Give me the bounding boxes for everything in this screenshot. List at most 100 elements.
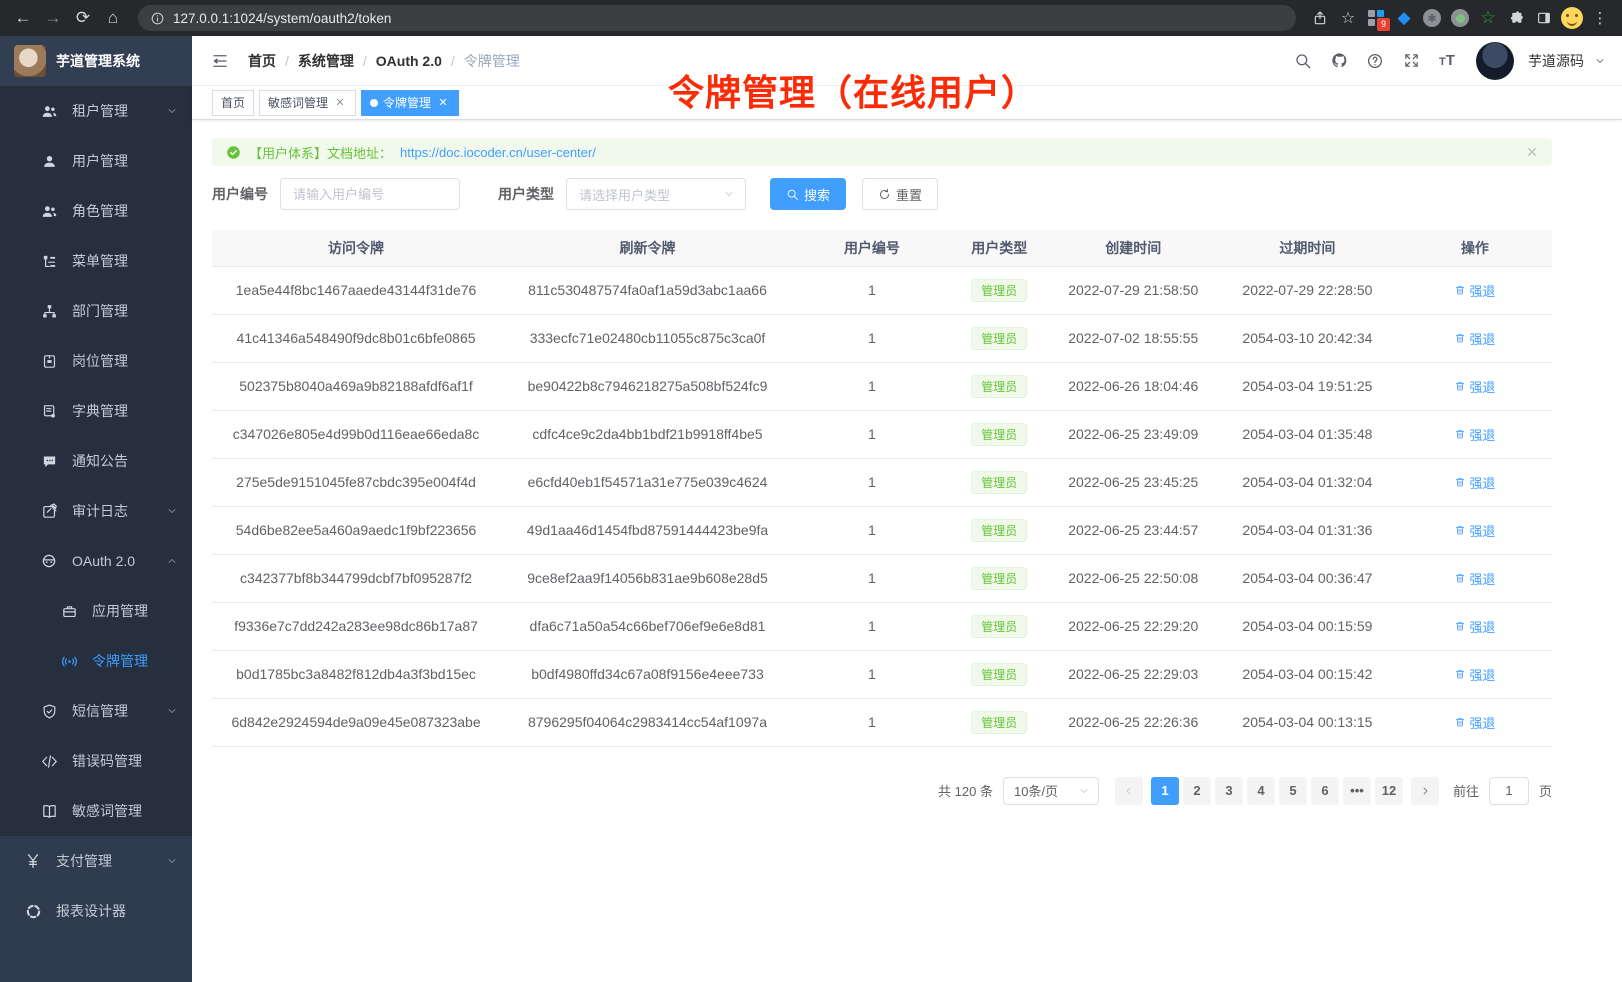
app-logo-bar[interactable]: 芋道管理系统 [0,36,192,86]
extensions-puzzle-icon[interactable] [1504,6,1528,30]
force-logout-button[interactable]: 强退 [1454,329,1495,348]
sidebar-item-dept[interactable]: 部门管理 [0,286,192,336]
tab-oauth2-token[interactable]: 令牌管理 ✕ [361,90,459,116]
alert-link[interactable]: https://doc.iocoder.cn/user-center/ [400,145,596,160]
tab-home[interactable]: 首页 [212,90,254,116]
extension-grid-icon[interactable]: 9 [1364,6,1388,30]
sidebar-item-oauth2-app[interactable]: 应用管理 [0,586,192,636]
close-icon[interactable]: ✕ [333,96,347,110]
extension-diamond-icon[interactable]: ◆ [1392,6,1416,30]
goto-page-input[interactable] [1489,777,1529,805]
force-logout-button[interactable]: 强退 [1454,281,1495,300]
page-size-select[interactable]: 10条/页 [1003,777,1099,805]
sidebar-item-oauth2[interactable]: OAuth 2.0 [0,536,192,586]
sidebar-item-notice[interactable]: 通知公告 [0,436,192,486]
username[interactable]: 芋道源码 [1528,51,1584,71]
search-icon[interactable] [1288,46,1318,76]
app-title: 芋道管理系统 [56,51,140,71]
sidebar-item-sms[interactable]: 短信管理 [0,686,192,736]
sidebar-item-role[interactable]: 角色管理 [0,186,192,236]
force-logout-button[interactable]: 强退 [1454,377,1495,396]
goto-suffix: 页 [1539,781,1552,800]
page-button-5[interactable]: 5 [1279,777,1307,805]
user-id-input[interactable] [280,178,460,210]
trash-icon [1454,668,1466,680]
avatar[interactable] [1476,42,1514,80]
page-button-1[interactable]: 1 [1151,777,1179,805]
force-logout-button[interactable]: 强退 [1454,425,1495,444]
page-button-12[interactable]: 12 [1375,777,1403,805]
browser-reload-button[interactable]: ⟳ [70,5,96,31]
profile-avatar[interactable] [1560,6,1584,30]
alert-close-icon[interactable]: ✕ [1526,144,1538,161]
sidebar-item-menu[interactable]: 菜单管理 [0,236,192,286]
sidebar-item-error-code[interactable]: 错误码管理 [0,736,192,786]
sidebar-item-user[interactable]: 用户管理 [0,136,192,186]
sidebar-item-post[interactable]: 岗位管理 [0,336,192,386]
chevron-up-icon [166,555,178,567]
browser-menu-icon[interactable]: ⋮ [1588,6,1612,30]
reset-button[interactable]: 重置 [862,178,938,210]
extension-record-icon[interactable] [1448,6,1472,30]
sidebar-item-oauth2-token[interactable]: 令牌管理 [0,636,192,686]
cell-user-id: 1 [795,650,949,698]
extension-circle-icon[interactable]: ✱ [1420,6,1444,30]
github-icon[interactable] [1324,46,1354,76]
browser-back-button[interactable]: ← [10,5,36,31]
sidebar-item-dict[interactable]: 字典管理 [0,386,192,436]
sidebar-collapse-button[interactable] [206,47,234,75]
bookmark-star-icon[interactable]: ☆ [1336,6,1360,30]
browser-address-bar[interactable]: 127.0.0.1:1024/system/oauth2/token [138,5,1296,31]
user-menu-caret-icon[interactable] [1594,55,1606,67]
sidebar-item-tenant[interactable]: 租户管理 [0,86,192,136]
sidebar-item-report-designer[interactable]: 报表设计器 [0,886,192,936]
search-button[interactable]: 搜索 [770,178,846,210]
sidebar-item-pay[interactable]: 支付管理 [0,836,192,886]
page-info-icon[interactable] [150,11,165,26]
cell-refresh-token: 49d1aa46d1454fbd87591444423be9fa [500,506,795,554]
extension-star-icon[interactable]: ☆ [1476,6,1500,30]
cell-expire-time: 2054-03-04 00:13:15 [1217,698,1398,746]
cell-refresh-token: 811c530487574fa0af1a59d3abc1aa66 [500,266,795,314]
browser-forward-button[interactable]: → [40,5,66,31]
sidebar-item-label: 应用管理 [92,601,178,621]
sidebar-item-sensitive-word[interactable]: 敏感词管理 [0,786,192,836]
cell-user-type: 管理员 [949,362,1050,410]
sidebar-item-label: 岗位管理 [72,351,178,371]
prev-page-button[interactable] [1115,777,1143,805]
cell-access-token: c342377bf8b344799dcbf7bf095287f2 [212,554,500,602]
font-size-icon[interactable]: TT [1432,46,1462,76]
user-type-tag: 管理员 [971,375,1027,398]
force-logout-button[interactable]: 强退 [1454,569,1495,588]
force-logout-button[interactable]: 强退 [1454,473,1495,492]
help-icon[interactable] [1360,46,1390,76]
browser-toolbar: ← → ⟳ ⌂ 127.0.0.1:1024/system/oauth2/tok… [0,0,1622,36]
page-button-3[interactable]: 3 [1215,777,1243,805]
force-logout-button[interactable]: 强退 [1454,665,1495,684]
page-button-2[interactable]: 2 [1183,777,1211,805]
force-logout-button[interactable]: 强退 [1454,617,1495,636]
table-row: 502375b8040a469a9b82188afdf6af1fbe90422b… [212,362,1552,410]
page-button-4[interactable]: 4 [1247,777,1275,805]
breadcrumb-home[interactable]: 首页 [248,51,276,71]
cell-access-token: f9336e7c7dd242a283ee98dc86b17a87 [212,602,500,650]
share-button[interactable] [1308,6,1332,30]
user-type-select[interactable]: 请选择用户类型 [566,178,746,210]
fullscreen-icon[interactable] [1396,46,1426,76]
breadcrumb-system[interactable]: 系统管理 [298,51,354,71]
browser-home-button[interactable]: ⌂ [100,5,126,31]
page-button-6[interactable]: 6 [1311,777,1339,805]
breadcrumb-oauth2[interactable]: OAuth 2.0 [376,53,442,69]
table-row: b0d1785bc3a8482f812db4a3f3bd15ecb0df4980… [212,650,1552,698]
force-logout-button[interactable]: 强退 [1454,521,1495,540]
notice-icon [40,452,58,470]
side-panel-icon[interactable] [1532,6,1556,30]
page-more-button[interactable]: ••• [1343,777,1371,805]
tab-sensitive-word[interactable]: 敏感词管理 ✕ [259,90,356,116]
extension-badge: 9 [1377,18,1390,31]
next-page-button[interactable] [1411,777,1439,805]
close-icon[interactable]: ✕ [436,96,450,110]
force-logout-button[interactable]: 强退 [1454,713,1495,732]
sidebar-item-audit-log[interactable]: 审计日志 [0,486,192,536]
menu-icon [40,252,58,270]
